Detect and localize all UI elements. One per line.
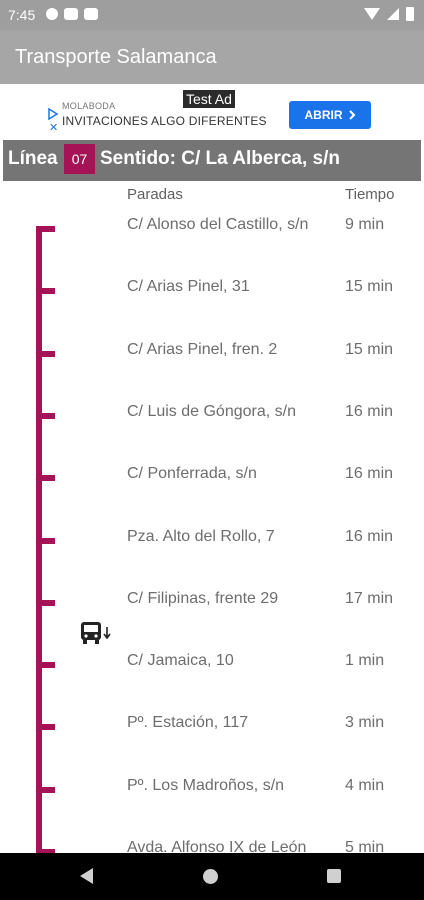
stop-marker bbox=[36, 226, 55, 232]
home-icon[interactable] bbox=[203, 869, 218, 884]
line-label: Línea bbox=[8, 148, 58, 169]
stop-time: 16 min bbox=[345, 528, 394, 545]
stop-time: 1 min bbox=[345, 652, 385, 669]
screen: 7:45 Transporte Salamanca Test Ad ✕ MOLA… bbox=[0, 0, 424, 900]
bus-icon bbox=[81, 622, 111, 644]
wifi-icon bbox=[364, 8, 380, 20]
stop-name[interactable]: C/ Alonso del Castillo, s/n bbox=[127, 216, 308, 234]
stop-marker bbox=[36, 288, 55, 294]
stop-marker bbox=[36, 475, 55, 481]
stop-name[interactable]: C/ Jamaica, 10 bbox=[127, 652, 234, 670]
ad-open-button[interactable]: ABRIR bbox=[289, 101, 371, 129]
stop-name[interactable]: C/ Luis de Góngora, s/n bbox=[127, 403, 296, 421]
stop-name[interactable]: C/ Arias Pinel, fren. 2 bbox=[127, 341, 277, 359]
stop-marker bbox=[36, 538, 55, 544]
stop-time: 16 min bbox=[345, 465, 394, 482]
app-bar: Transporte Salamanca bbox=[0, 30, 424, 84]
battery-icon bbox=[406, 7, 414, 21]
system-icons bbox=[364, 7, 414, 21]
stop-marker bbox=[36, 351, 55, 357]
stop-time: 15 min bbox=[345, 278, 394, 295]
signal-icon bbox=[387, 8, 399, 20]
stop-name[interactable]: Pza. Alto del Rollo, 7 bbox=[127, 528, 275, 546]
stop-time: 9 min bbox=[345, 216, 385, 233]
stop-name[interactable]: Pº. Estación, 117 bbox=[127, 714, 248, 732]
chat-notification-icon bbox=[46, 8, 58, 20]
stop-marker bbox=[36, 600, 55, 606]
test-ad-badge: Test Ad bbox=[183, 90, 235, 108]
status-bar: 7:45 bbox=[0, 0, 424, 30]
stop-marker bbox=[36, 662, 55, 668]
line-number-badge: 07 bbox=[64, 144, 95, 174]
app-title: Transporte Salamanca bbox=[15, 46, 217, 68]
back-icon[interactable] bbox=[80, 868, 93, 884]
stop-name[interactable]: C/ Arias Pinel, 31 bbox=[127, 278, 250, 296]
status-time: 7:45 bbox=[8, 7, 36, 23]
stop-marker bbox=[36, 787, 55, 793]
recents-icon[interactable] bbox=[327, 869, 341, 883]
line-header: Línea 07 Sentido: C/ La Alberca, s/n bbox=[3, 140, 421, 181]
youtube-notification-icon bbox=[84, 8, 98, 20]
ad-headline: INVITACIONES ALGO DIFERENTES bbox=[62, 114, 267, 128]
time-column-header: Tiempo bbox=[345, 186, 395, 203]
stop-time: 17 min bbox=[345, 590, 394, 607]
youtube-notification-icon bbox=[64, 8, 78, 20]
ad-banner[interactable]: Test Ad ✕ MOLABODA INVITACIONES ALGO DIF… bbox=[45, 90, 378, 138]
ad-close-icon[interactable]: ✕ bbox=[49, 123, 58, 134]
stop-time: 16 min bbox=[345, 403, 394, 420]
stop-name[interactable]: C/ Ponferrada, s/n bbox=[127, 465, 257, 483]
stop-time: 3 min bbox=[345, 714, 385, 731]
line-direction: Sentido: C/ La Alberca, s/n bbox=[100, 148, 341, 169]
chevron-right-icon bbox=[348, 110, 355, 120]
stop-name[interactable]: C/ Filipinas, frente 29 bbox=[127, 590, 278, 608]
stop-time: 15 min bbox=[345, 341, 394, 358]
navigation-bar bbox=[0, 853, 424, 900]
stops-column-header: Paradas bbox=[127, 186, 183, 203]
notification-icons bbox=[46, 8, 98, 20]
stop-marker bbox=[36, 724, 55, 730]
ad-open-label: ABRIR bbox=[304, 108, 343, 122]
stop-time: 4 min bbox=[345, 777, 385, 794]
ad-brand: MOLABODA bbox=[62, 101, 116, 111]
stop-marker bbox=[36, 413, 55, 419]
adchoices-icon[interactable] bbox=[48, 108, 58, 120]
stop-name[interactable]: Pº. Los Madroños, s/n bbox=[127, 777, 284, 795]
